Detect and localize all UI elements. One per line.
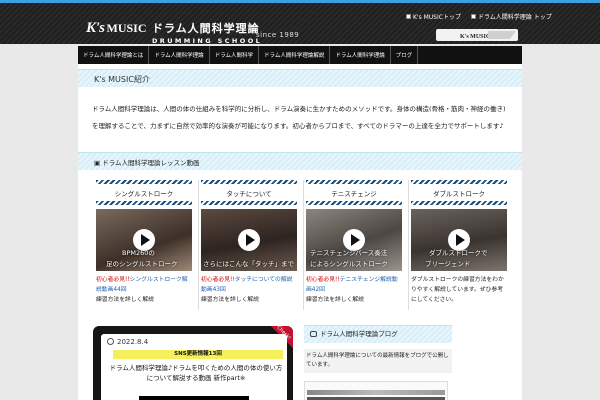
school-name-jp: ドラム人間科学理論: [152, 22, 260, 35]
news-inner: 2022.8.4 SNS更新情報13回 ドラム人間科学理論♪ドラムを叩くための人…: [101, 334, 287, 400]
section-title-bar: ▣ ドラム人間科学理論レッスン動画: [78, 152, 522, 170]
video-strip: [307, 390, 445, 395]
news-text[interactable]: ドラム人間科学理論♪ドラムを叩くための人間の体の使い方について解説する動画 新作…: [109, 363, 283, 383]
main-nav: ドラム人間科学理論とは ドラム人間科学理論 ドラム人間科学 ドラム人間科学理論解…: [78, 46, 522, 64]
thumbnail-caption: さらにはこんな「タッチ」まで: [203, 260, 294, 268]
video-title: タッチについて: [226, 190, 272, 198]
speech-bubble-icon: [310, 331, 317, 337]
header-drum-badge[interactable]: K's MUSIC: [436, 27, 518, 43]
video-description: ダブルストロークの練習方法をわかりやすく解説しています。ぜひ参考にしてください。: [411, 277, 504, 303]
thumbnail-caption: ダブルストロークで: [429, 249, 488, 257]
video-card[interactable]: シングルストローク BPM260の 足のシングルストローク 初心者必見!!シング…: [96, 180, 192, 310]
section-title: ▣ ドラム人間科学理論レッスン動画: [94, 159, 200, 167]
video-description: 初心者必見!!シングルストローク解説動画44回 練習方法を詳しく解説: [96, 277, 188, 303]
thumbnail-caption: によるシングルストローク: [310, 260, 388, 268]
intro-text: ドラム人間科学理論は、人間の体の仕組みを科学的に分析し、ドラム演奏に生かすための…: [92, 105, 506, 130]
nav-item-3[interactable]: ドラム人間科学: [210, 46, 260, 64]
news-date: 2022.8.4: [107, 338, 148, 346]
video-title: テニスチェンジ: [331, 190, 377, 198]
column-divider: [198, 180, 199, 310]
thumbnail-caption: BPM260の: [122, 249, 155, 257]
video-thumbnail[interactable]: ダブルストロークで ブリージェンド: [411, 209, 507, 271]
stripe-divider: [411, 180, 507, 184]
news-badge: SNS更新情報13回: [113, 350, 283, 359]
stripe-divider: [96, 180, 192, 184]
video-cards: シングルストローク BPM260の 足のシングルストローク 初心者必見!!シング…: [96, 180, 508, 310]
blog-video-preview[interactable]: [304, 381, 448, 400]
stripe-divider: [411, 201, 507, 205]
video-description: 初心者必見!!タッチについての解説動画43回 練習方法を詳しく解説: [201, 277, 293, 303]
logo-music: MUSIC: [106, 21, 147, 35]
school-name-en: DRUMMING SCHOOL: [152, 37, 263, 45]
top-link-ksmusic[interactable]: K's MUSICトップ: [406, 12, 461, 21]
since-text: since 1989: [256, 31, 300, 39]
news-video-embed[interactable]: [139, 396, 249, 400]
clock-icon: [107, 338, 114, 345]
page-title: K's MUSIC紹介: [94, 75, 150, 84]
column-divider: [303, 180, 304, 310]
thumbnail-caption: ブリージェンド: [425, 260, 471, 268]
video-thumbnail[interactable]: さらにはこんな「タッチ」まで: [201, 209, 297, 271]
thumbnail-caption: 足のシングルストローク: [106, 260, 178, 268]
site-header: K's MUSIC ドラム人間科学理論 DRUMMING SCHOOL since…: [0, 0, 600, 45]
video-thumbnail[interactable]: テニスチェンジバース奏法 によるシングルストローク: [306, 209, 402, 271]
site-logo[interactable]: K's MUSIC: [86, 19, 147, 37]
nav-item-5[interactable]: ドラム人間科学理論: [330, 46, 391, 64]
thumbnail-caption: テニスチェンジバース奏法: [310, 249, 388, 257]
top-link-drum-top[interactable]: ドラム人間科学理論 トップ: [470, 12, 552, 21]
square-icon: [406, 14, 411, 19]
stripe-divider: [306, 201, 402, 205]
stripe-divider: [201, 201, 297, 205]
video-thumbnail[interactable]: BPM260の 足のシングルストローク: [96, 209, 192, 271]
nav-item-1[interactable]: ドラム人間科学理論とは: [78, 46, 150, 64]
stripe-divider: [306, 180, 402, 184]
play-icon[interactable]: [238, 229, 260, 251]
news-box[interactable]: Check! 2022.8.4 SNS更新情報13回 ドラム人間科学理論♪ドラム…: [93, 325, 293, 400]
nav-item-4[interactable]: ドラム人間科学理論解説: [259, 46, 331, 64]
school-name[interactable]: ドラム人間科学理論 DRUMMING SCHOOL: [152, 20, 262, 45]
top-links: K's MUSICトップ ドラム人間科学理論 トップ: [406, 12, 552, 21]
video-card[interactable]: テニスチェンジ テニスチェンジバース奏法 によるシングルストローク 初心者必見!…: [306, 180, 402, 310]
stripe-divider: [96, 201, 192, 205]
content-panel: K's MUSIC紹介 ドラム人間科学理論は、人間の体の仕組みを科学的に分析し、…: [78, 64, 522, 400]
nav-item-2[interactable]: ドラム人間科学理論: [149, 46, 210, 64]
video-title: シングルストローク: [114, 190, 174, 198]
video-description: 初心者必見!!テニスチェンジ解説動画42回 練習方法を詳しく解説: [306, 277, 398, 303]
video-card[interactable]: ダブルストローク ダブルストロークで ブリージェンド ダブルストロークの練習方法…: [411, 180, 507, 310]
blog-box-header: ドラム人間科学理論ブログ: [304, 325, 452, 343]
stripe-divider: [201, 180, 297, 184]
logo-ks: K's: [86, 20, 105, 36]
svg-text:K's MUSIC: K's MUSIC: [460, 34, 490, 40]
blog-box: ドラム人間科学理論ブログ ドラム人間科学理論についての最新情報をブログで公開して…: [304, 325, 452, 400]
page-title-bar: K's MUSIC紹介: [78, 69, 522, 87]
blog-box-text: ドラム人間科学理論についての最新情報をブログで公開しています。: [304, 349, 452, 373]
nav-item-blog[interactable]: ブログ: [391, 46, 419, 64]
square-icon: [470, 14, 476, 19]
video-title: ダブルストローク: [433, 190, 485, 198]
column-divider: [408, 180, 409, 310]
video-card[interactable]: タッチについて さらにはこんな「タッチ」まで 初心者必見!!タッチについての解説…: [201, 180, 297, 310]
